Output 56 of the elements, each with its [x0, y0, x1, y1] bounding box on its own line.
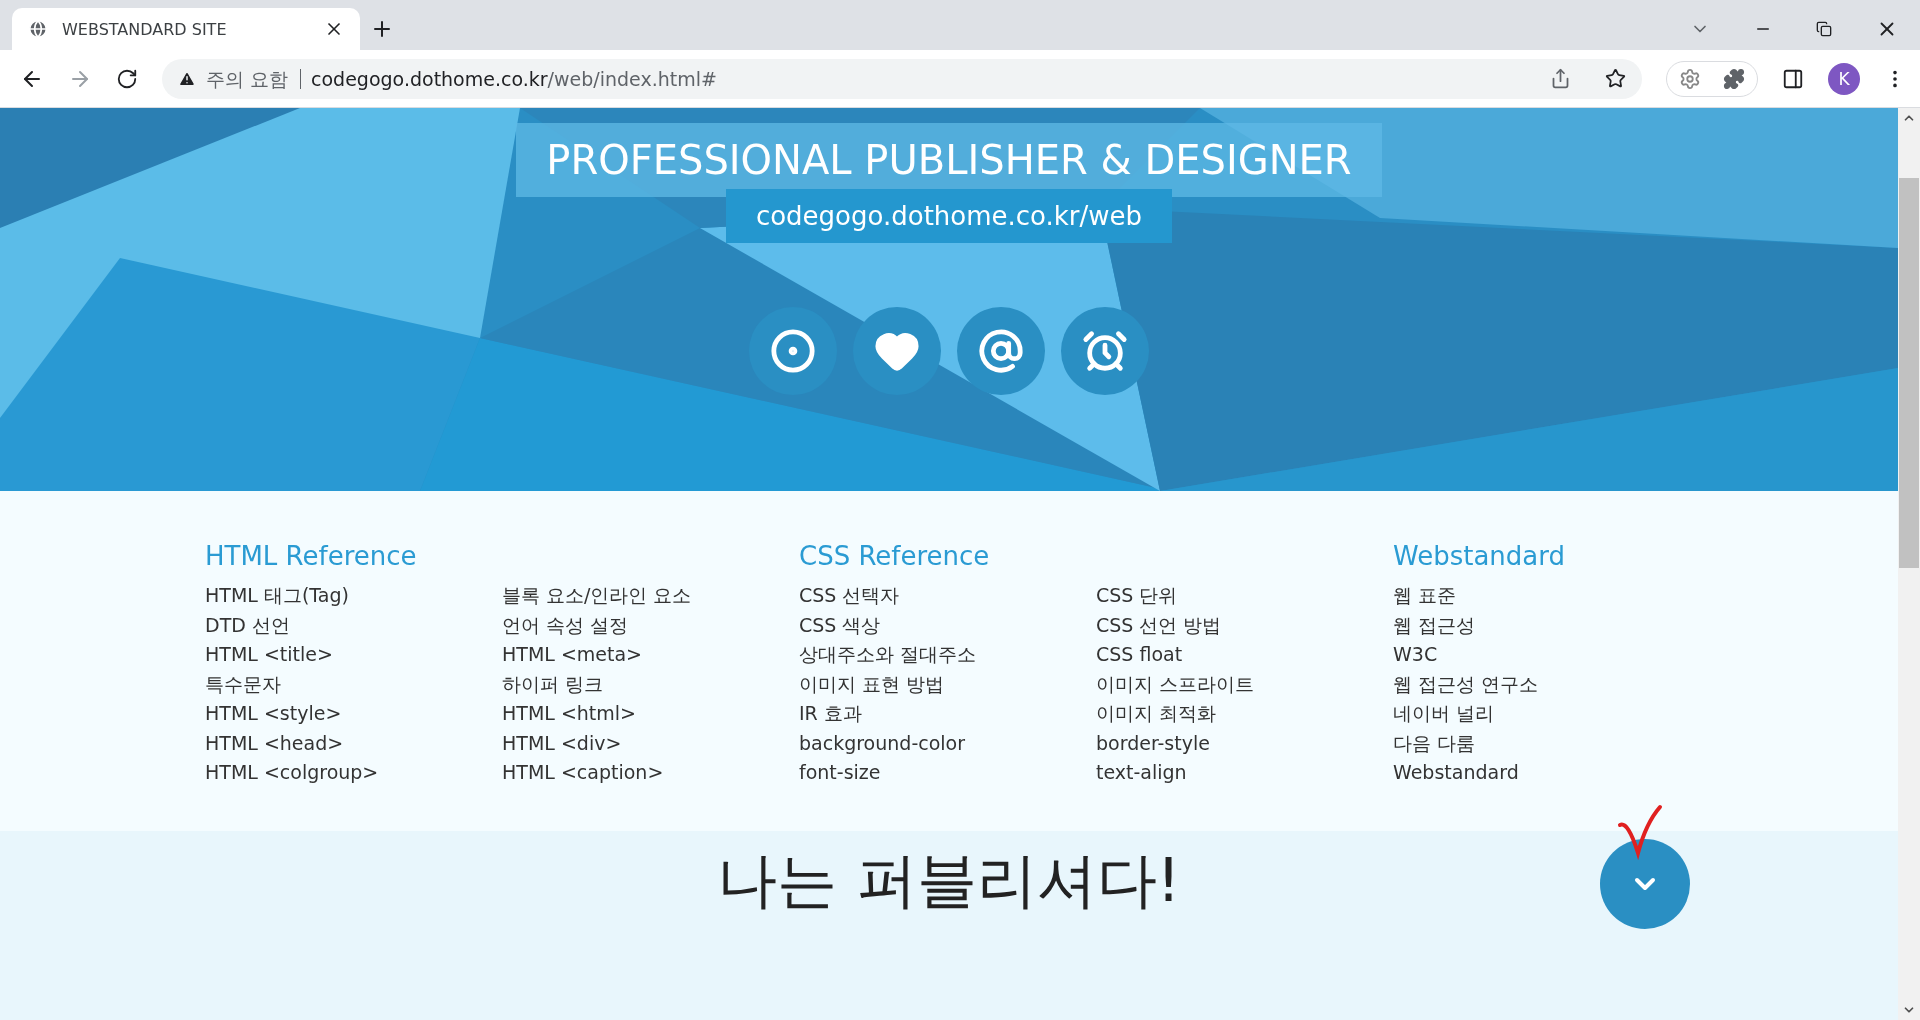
reference-link[interactable]: 이미지 표현 방법 [799, 669, 1096, 699]
reference-link[interactable]: 네이버 널리 [1393, 699, 1690, 729]
star-icon[interactable] [1605, 68, 1626, 89]
reference-link[interactable]: text-align [1096, 758, 1393, 788]
puzzle-icon[interactable] [1723, 67, 1745, 90]
reference-link[interactable]: DTD 선언 [205, 610, 502, 640]
reference-link[interactable]: HTML <head> [205, 728, 502, 758]
reference-link[interactable]: W3C [1393, 640, 1690, 670]
reference-link[interactable]: border-style [1096, 728, 1393, 758]
reference-link[interactable]: 웹 표준 [1393, 581, 1690, 611]
reference-heading: CSS Reference [799, 541, 991, 573]
reference-link[interactable]: HTML <title> [205, 640, 502, 670]
side-panel-icon[interactable] [1782, 67, 1804, 90]
reference-link[interactable]: 웹 접근성 [1393, 610, 1690, 640]
reference-link[interactable]: 이미지 스프라이트 [1096, 669, 1393, 699]
globe-icon [28, 19, 48, 39]
reference-link[interactable]: background-color [799, 728, 1096, 758]
reference-link[interactable]: 언어 속성 설정 [502, 610, 799, 640]
gear-icon[interactable] [1679, 67, 1701, 90]
reference-link[interactable]: HTML 태그(Tag) [205, 581, 502, 611]
reference-link[interactable]: 다음 다룸 [1393, 728, 1690, 758]
security-warning: 주의 요함 [206, 68, 302, 89]
reference-link[interactable]: CSS 색상 [799, 610, 1096, 640]
reference-link[interactable]: Webstandard [1393, 758, 1690, 788]
reference-heading: HTML Reference [205, 541, 418, 573]
profile-avatar[interactable]: K [1828, 62, 1860, 95]
reference-link[interactable]: HTML <colgroup> [205, 758, 502, 788]
reference-link[interactable]: 특수문자 [205, 669, 502, 699]
reference-link[interactable]: 상대주소와 절대주소 [799, 640, 1096, 670]
reference-link[interactable]: CSS 선택자 [799, 581, 1096, 611]
reference-link[interactable]: 이미지 최적화 [1096, 699, 1393, 729]
reload-icon[interactable] [116, 67, 138, 90]
reference-link[interactable]: CSS float [1096, 640, 1393, 670]
reference-link[interactable]: 하이퍼 링크 [502, 669, 799, 699]
reference-link[interactable]: 블록 요소/인라인 요소 [502, 581, 799, 611]
reference-link[interactable]: HTML <caption> [502, 758, 799, 788]
restore-icon[interactable] [1816, 21, 1832, 37]
reference-link[interactable]: HTML <style> [205, 699, 502, 729]
share-icon[interactable] [1550, 68, 1571, 89]
reference-heading: Webstandard [1393, 541, 1566, 573]
tab-title: WEBSTANDARD SITE [62, 19, 228, 39]
reference-link[interactable]: HTML <meta> [502, 640, 799, 670]
scrollbar-thumb[interactable] [1899, 178, 1919, 568]
url-text: codegogo.dothome.co.kr/web/index.html# [311, 67, 717, 90]
reference-link[interactable]: HTML <div> [502, 728, 799, 758]
reference-link[interactable]: IR 효과 [799, 699, 1096, 729]
hero-title: PROFESSIONAL PUBLISHER & DESIGNER [516, 123, 1382, 197]
reference-link[interactable]: font-size [799, 758, 1096, 788]
reference-link[interactable]: 웹 접근성 연구소 [1393, 669, 1690, 699]
reference-link[interactable]: CSS 단위 [1096, 581, 1393, 611]
reference-link[interactable]: CSS 선언 방법 [1096, 610, 1393, 640]
banner-heading: 나는 퍼블리셔다! [717, 844, 1181, 915]
browser-tab[interactable]: WEBSTANDARD SITE [12, 8, 360, 50]
reference-link[interactable]: HTML <html> [502, 699, 799, 729]
hero-subtitle: codegogo.dothome.co.kr/web [725, 189, 1173, 243]
address-bar[interactable]: 주의 요함 codegogo.dothome.co.kr/web/index.html# [162, 58, 1642, 99]
